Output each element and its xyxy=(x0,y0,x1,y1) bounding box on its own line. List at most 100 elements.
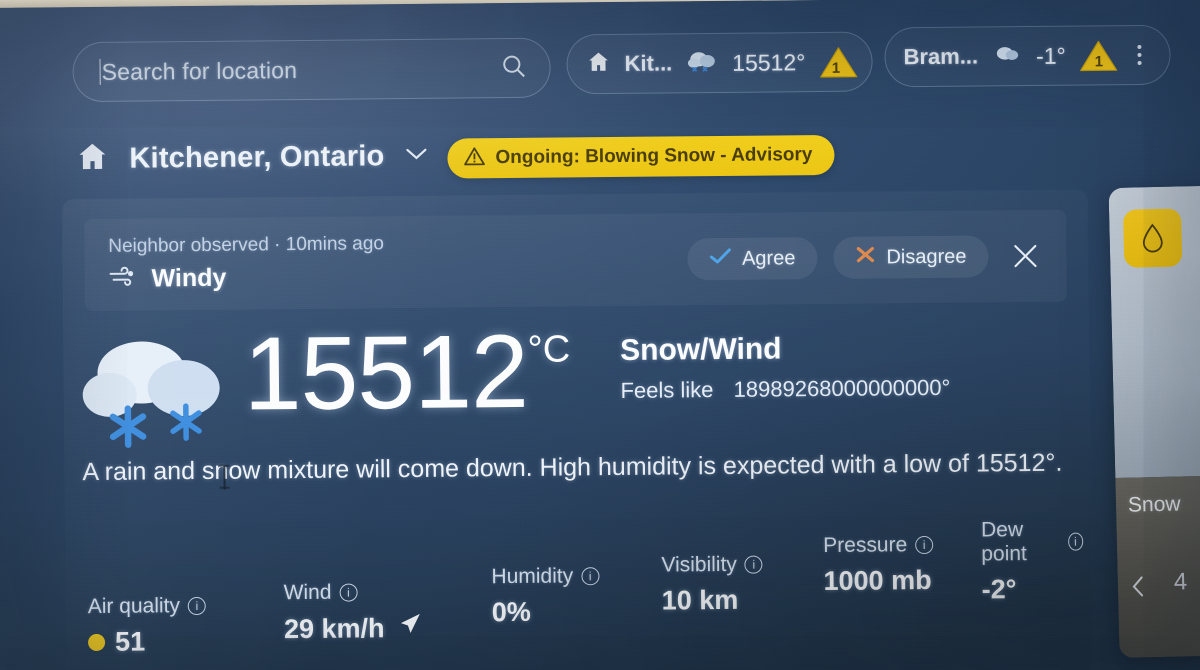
observation-condition: Windy xyxy=(108,262,384,294)
side-panel-preview[interactable]: Snow 4 xyxy=(1108,185,1200,658)
observation-info: Neighbor observed · 10mins ago Windy xyxy=(84,233,384,294)
warning-triangle-icon xyxy=(463,146,485,171)
current-weather-card: Neighbor observed · 10mins ago Windy Agr… xyxy=(61,189,1093,670)
observation-actions: Agree Disagree xyxy=(686,235,1067,281)
metric-value-wrap: 0% xyxy=(492,596,600,628)
observation-condition-label: Windy xyxy=(151,263,227,293)
temperature-unit: °C xyxy=(527,328,571,371)
side-panel-label: Snow xyxy=(1127,492,1181,517)
metric-label: Wind xyxy=(283,580,332,605)
chevron-left-icon[interactable] xyxy=(1128,573,1149,604)
observation-meta: Neighbor observed · 10mins ago xyxy=(108,233,385,257)
tab-location-label: Bram... xyxy=(903,43,979,70)
location-selector[interactable]: Kitchener, Ontario xyxy=(73,136,430,180)
metric-dew-point[interactable]: Dew point i -2° xyxy=(981,518,1084,606)
wind-icon xyxy=(108,266,138,293)
agree-button[interactable]: Agree xyxy=(686,237,818,281)
metric-label: Humidity xyxy=(491,564,574,589)
tab-location-label: Kit... xyxy=(624,50,673,76)
temperature-value: 15512 xyxy=(242,313,529,433)
snow-cloud-icon xyxy=(991,42,1023,71)
info-icon[interactable]: i xyxy=(339,583,358,602)
location-tab-brampton[interactable]: Bram... -1° 1 xyxy=(884,24,1171,88)
top-bar: Search for location Kit... 15512° 1 Bram… xyxy=(0,0,1200,120)
water-drop-icon[interactable] xyxy=(1123,208,1183,268)
screenshot-photo: Search for location Kit... 15512° 1 Bram… xyxy=(0,0,1200,670)
condition-title: Snow/Wind xyxy=(620,332,782,367)
current-conditions: 15512 °C Snow/Wind Feels like 1898926800… xyxy=(79,313,951,449)
snow-cloud-icon xyxy=(79,336,232,449)
metrics-row: Air quality i 51 Wind i 29 km/h Humidity… xyxy=(83,518,1084,666)
tab-temperature: -1° xyxy=(1035,42,1066,69)
snow-cloud-icon xyxy=(685,47,719,78)
x-mark-icon xyxy=(855,245,875,269)
tab-temperature: 15512° xyxy=(732,48,806,76)
metric-visibility[interactable]: Visibility i 10 km xyxy=(661,553,763,617)
info-icon[interactable]: i xyxy=(1067,532,1084,551)
metric-label: Dew point xyxy=(980,518,1027,566)
metric-air-quality[interactable]: Air quality i 51 xyxy=(88,594,207,658)
search-icon[interactable] xyxy=(499,51,527,84)
weather-alert-banner[interactable]: Ongoing: Blowing Snow - Advisory xyxy=(447,134,835,179)
disagree-label: Disagree xyxy=(886,245,967,268)
metric-label-wrap: Wind i xyxy=(284,580,423,605)
home-icon xyxy=(73,139,111,180)
tab-alert-count: 1 xyxy=(1094,52,1104,70)
metric-pressure[interactable]: Pressure i 1000 mb xyxy=(823,533,934,597)
search-placeholder: Search for location xyxy=(101,56,298,85)
metric-value: -2° xyxy=(981,574,1017,605)
feels-like-value: 18989268000000000° xyxy=(733,374,951,402)
tab-alert-count: 1 xyxy=(831,59,841,77)
check-icon xyxy=(709,247,731,271)
search-input[interactable]: Search for location xyxy=(72,37,551,103)
info-icon[interactable]: i xyxy=(915,535,934,555)
metric-label-wrap: Air quality i xyxy=(87,594,207,619)
warning-triangle-icon[interactable]: 1 xyxy=(818,44,858,79)
kebab-menu-icon[interactable] xyxy=(1132,41,1148,69)
home-icon xyxy=(585,49,611,80)
disagree-button[interactable]: Disagree xyxy=(833,235,989,279)
weather-app-screen: Search for location Kit... 15512° 1 Bram… xyxy=(0,0,1200,670)
neighbor-observation-panel: Neighbor observed · 10mins ago Windy Agr… xyxy=(84,209,1067,312)
metric-value: 29 km/h xyxy=(283,613,385,645)
metric-label: Pressure xyxy=(823,533,908,558)
close-icon[interactable] xyxy=(1004,235,1046,277)
feels-like: Feels like 18989268000000000° xyxy=(620,375,950,404)
chevron-down-icon[interactable] xyxy=(402,144,430,169)
metric-label: Visibility xyxy=(661,552,737,577)
warning-triangle-icon[interactable]: 1 xyxy=(1079,38,1119,73)
metric-value-wrap: 1000 mb xyxy=(823,565,933,597)
current-temperature: 15512 °C xyxy=(242,313,571,433)
description-part-1: A rain and sn xyxy=(82,456,229,487)
metric-value: 10 km xyxy=(661,584,739,616)
description-part-2: ow mixture will come down. High humidity… xyxy=(228,448,1063,485)
metric-label-wrap: Pressure i xyxy=(823,533,934,558)
location-tab-kitchener[interactable]: Kit... 15512° 1 xyxy=(566,31,873,95)
page-title: Kitchener, Ontario xyxy=(129,140,385,175)
metric-value-wrap: 29 km/h xyxy=(284,612,423,646)
side-panel-bottom: Snow 4 xyxy=(1115,475,1200,658)
metric-value: 0% xyxy=(491,596,531,628)
metric-label-wrap: Visibility i xyxy=(661,553,763,578)
metric-label: Air quality xyxy=(87,594,181,619)
metric-value-wrap: 10 km xyxy=(662,585,764,617)
metric-value: 51 xyxy=(114,626,146,657)
metric-value-wrap: -2° xyxy=(981,574,1083,606)
info-icon[interactable]: i xyxy=(187,596,207,616)
air-quality-dot xyxy=(88,633,106,652)
metric-wind[interactable]: Wind i 29 km/h xyxy=(284,580,423,646)
wind-direction-arrow-icon xyxy=(394,612,422,645)
condition-summary: Snow/Wind Feels like 18989268000000000° xyxy=(620,331,951,404)
info-icon[interactable]: i xyxy=(744,555,763,574)
agree-label: Agree xyxy=(741,246,796,270)
metric-humidity[interactable]: Humidity i 0% xyxy=(491,564,600,628)
side-panel-top xyxy=(1108,185,1200,479)
feels-like-label: Feels like xyxy=(620,377,714,403)
metric-value-wrap: 51 xyxy=(88,626,206,658)
metric-label-wrap: Dew point i xyxy=(980,518,1084,567)
forecast-description: A rain and snow mixture will come down. … xyxy=(82,443,1082,493)
metric-value: 1000 mb xyxy=(823,564,932,597)
side-panel-number: 4 xyxy=(1173,568,1188,596)
info-icon[interactable]: i xyxy=(581,567,600,586)
alert-text: Ongoing: Blowing Snow - Advisory xyxy=(495,144,813,169)
